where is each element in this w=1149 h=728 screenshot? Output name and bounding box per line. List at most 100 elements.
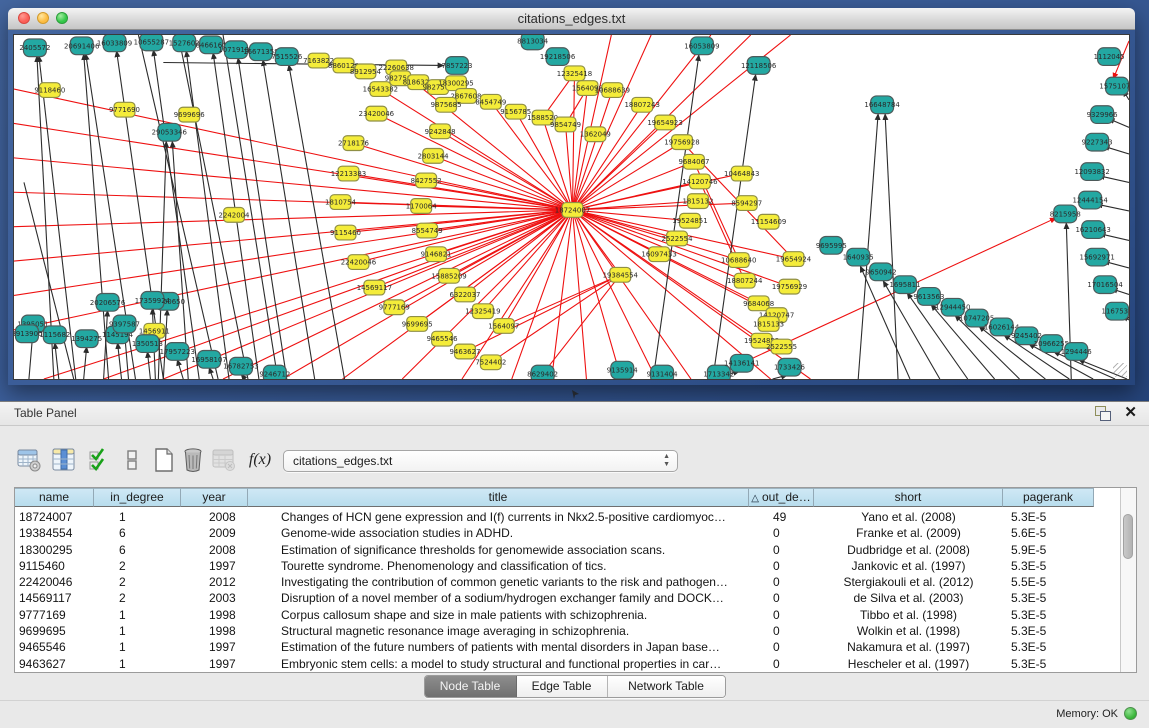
- graph-edge[interactable]: [376, 114, 572, 210]
- graph-node[interactable]: 2803144: [418, 149, 449, 164]
- table-settings-icon[interactable]: [15, 446, 43, 474]
- graph-node[interactable]: 23420046: [359, 106, 394, 121]
- graph-node[interactable]: 19756928: [664, 135, 699, 150]
- graph-edge[interactable]: [572, 90, 612, 210]
- column-header-pagerank[interactable]: pagerank: [1003, 488, 1094, 507]
- graph-node[interactable]: 18807243: [624, 97, 659, 112]
- graph-node[interactable]: 9329966: [1087, 106, 1118, 124]
- column-header-year[interactable]: year: [181, 488, 248, 507]
- tab-edge-table[interactable]: Edge Table: [517, 676, 608, 697]
- graph-node[interactable]: 9227343: [1082, 133, 1113, 151]
- graph-node[interactable]: 12444154: [1072, 191, 1107, 209]
- graph-node[interactable]: 1640935: [843, 248, 874, 266]
- table-row[interactable]: 1830029562008Estimation of significance …: [15, 542, 1120, 558]
- graph-node[interactable]: 9135914: [607, 361, 638, 379]
- graph-node[interactable]: 9115460: [330, 225, 361, 240]
- graph-edge[interactable]: [84, 347, 87, 379]
- graph-node[interactable]: 1394275: [71, 330, 102, 348]
- column-header-in_degree[interactable]: in_degree: [94, 488, 181, 507]
- graph-node[interactable]: 12118506: [741, 57, 776, 75]
- graph-node[interactable]: 9777169: [379, 300, 410, 315]
- graph-node[interactable]: 9246712: [259, 365, 290, 379]
- graph-edge[interactable]: [14, 210, 572, 296]
- graph-node[interactable]: 9650942: [866, 263, 897, 281]
- graph-node[interactable]: 7857223: [442, 57, 473, 75]
- citation-network-graph[interactable]: 1872400771638228860128891295422260638982…: [14, 35, 1129, 379]
- graph-node[interactable]: 9131404: [647, 365, 678, 379]
- tab-node-table[interactable]: Node Table: [425, 676, 517, 697]
- vertical-scrollbar[interactable]: [1120, 488, 1136, 672]
- table-row[interactable]: 977716911998Corpus callosum shape and si…: [15, 607, 1120, 623]
- graph-node[interactable]: 20691406: [64, 37, 99, 55]
- graph-node[interactable]: 19654923: [647, 115, 682, 130]
- graph-node[interactable]: 8215958: [1050, 205, 1081, 223]
- graph-edge[interactable]: [440, 131, 572, 210]
- graph-node[interactable]: 12325419: [465, 304, 500, 319]
- graph-edge[interactable]: [374, 210, 572, 288]
- graph-edge[interactable]: [483, 210, 573, 311]
- graph-edge[interactable]: [209, 367, 213, 379]
- table-row[interactable]: 946554611997Estimation of the future num…: [15, 639, 1120, 655]
- graph-edge[interactable]: [163, 309, 167, 379]
- graph-node[interactable]: 6322037: [449, 287, 480, 302]
- graph-edge[interactable]: [289, 64, 345, 379]
- graph-node[interactable]: 1362049: [580, 127, 611, 142]
- table-row[interactable]: 1456911722003Disruption of a novel membe…: [15, 590, 1120, 606]
- graph-edge[interactable]: [380, 89, 572, 210]
- table-row[interactable]: 2242004622012Investigating the contribut…: [15, 574, 1120, 590]
- graph-node[interactable]: 8813034: [517, 35, 548, 50]
- graph-node[interactable]: 9397587: [109, 315, 140, 333]
- graph-node[interactable]: 11154609: [751, 214, 786, 229]
- graph-edge[interactable]: [572, 73, 574, 210]
- graph-edge[interactable]: [14, 192, 572, 210]
- graph-node[interactable]: 1167531: [1102, 302, 1129, 320]
- table-row[interactable]: 1938455462009Genome-wide association stu…: [15, 525, 1120, 541]
- graph-edge[interactable]: [572, 142, 682, 210]
- graph-node[interactable]: 12093832: [1074, 163, 1109, 181]
- graph-node[interactable]: 2405572: [19, 39, 50, 57]
- column-header-short[interactable]: short: [814, 488, 1003, 507]
- graph-node[interactable]: 1815132: [682, 194, 713, 209]
- graph-node[interactable]: 2718176: [338, 136, 369, 151]
- graph-node[interactable]: 19524851: [672, 213, 707, 228]
- graph-node[interactable]: 20206576: [90, 293, 125, 311]
- graph-edge[interactable]: [713, 74, 756, 379]
- graph-node[interactable]: 10688640: [721, 253, 756, 268]
- graph-node[interactable]: 29053346: [152, 123, 187, 141]
- graph-edge[interactable]: [552, 210, 573, 379]
- graph-edge[interactable]: [566, 124, 573, 210]
- graph-node[interactable]: 7524402: [475, 355, 506, 370]
- graph-edge[interactable]: [885, 114, 898, 379]
- import-table-icon-disabled[interactable]: [210, 446, 238, 474]
- memory-status-indicator[interactable]: [1124, 707, 1137, 720]
- graph-node[interactable]: 1695811: [890, 276, 921, 294]
- graph-edge[interactable]: [14, 123, 572, 209]
- graph-node[interactable]: 1733426: [774, 358, 805, 376]
- graph-edge[interactable]: [858, 114, 878, 379]
- graph-node[interactable]: 1170064: [406, 199, 437, 214]
- graph-node[interactable]: 19218506: [540, 48, 575, 66]
- column-header-name[interactable]: name: [15, 488, 94, 507]
- network-window-titlebar[interactable]: citations_edges.txt: [8, 8, 1135, 30]
- tab-network-table[interactable]: Network Table: [608, 676, 725, 697]
- column-header-title[interactable]: title: [248, 488, 749, 507]
- graph-node[interactable]: 16033809: [97, 35, 132, 52]
- graph-edge[interactable]: [55, 343, 59, 379]
- graph-node[interactable]: 9465546: [427, 331, 458, 346]
- delete-table-icon[interactable]: [179, 446, 207, 474]
- function-builder-icon[interactable]: f(x): [246, 446, 274, 474]
- graph-edge[interactable]: [177, 359, 183, 379]
- graph-node[interactable]: 7515526: [271, 48, 302, 66]
- graph-node[interactable]: 15751074: [1099, 77, 1129, 95]
- network-canvas[interactable]: 1872400771638228860128891295422260638982…: [13, 34, 1130, 380]
- graph-node[interactable]: 9699696: [174, 107, 205, 122]
- graph-node[interactable]: 12213383: [331, 166, 366, 181]
- graph-node[interactable]: 19756929: [772, 279, 807, 294]
- table-row[interactable]: 911546021997Tourette syndrome. Phenomeno…: [15, 558, 1120, 574]
- graph-node[interactable]: 9242848: [425, 124, 456, 139]
- graph-node[interactable]: 9699695: [402, 317, 433, 332]
- graph-node[interactable]: 12325418: [557, 66, 592, 81]
- table-row[interactable]: 946362711997Embryonic stem cells: a mode…: [15, 656, 1120, 672]
- graph-node[interactable]: 10464843: [724, 166, 759, 181]
- table-selector-dropdown[interactable]: citations_edges.txt ▲▼: [283, 450, 678, 472]
